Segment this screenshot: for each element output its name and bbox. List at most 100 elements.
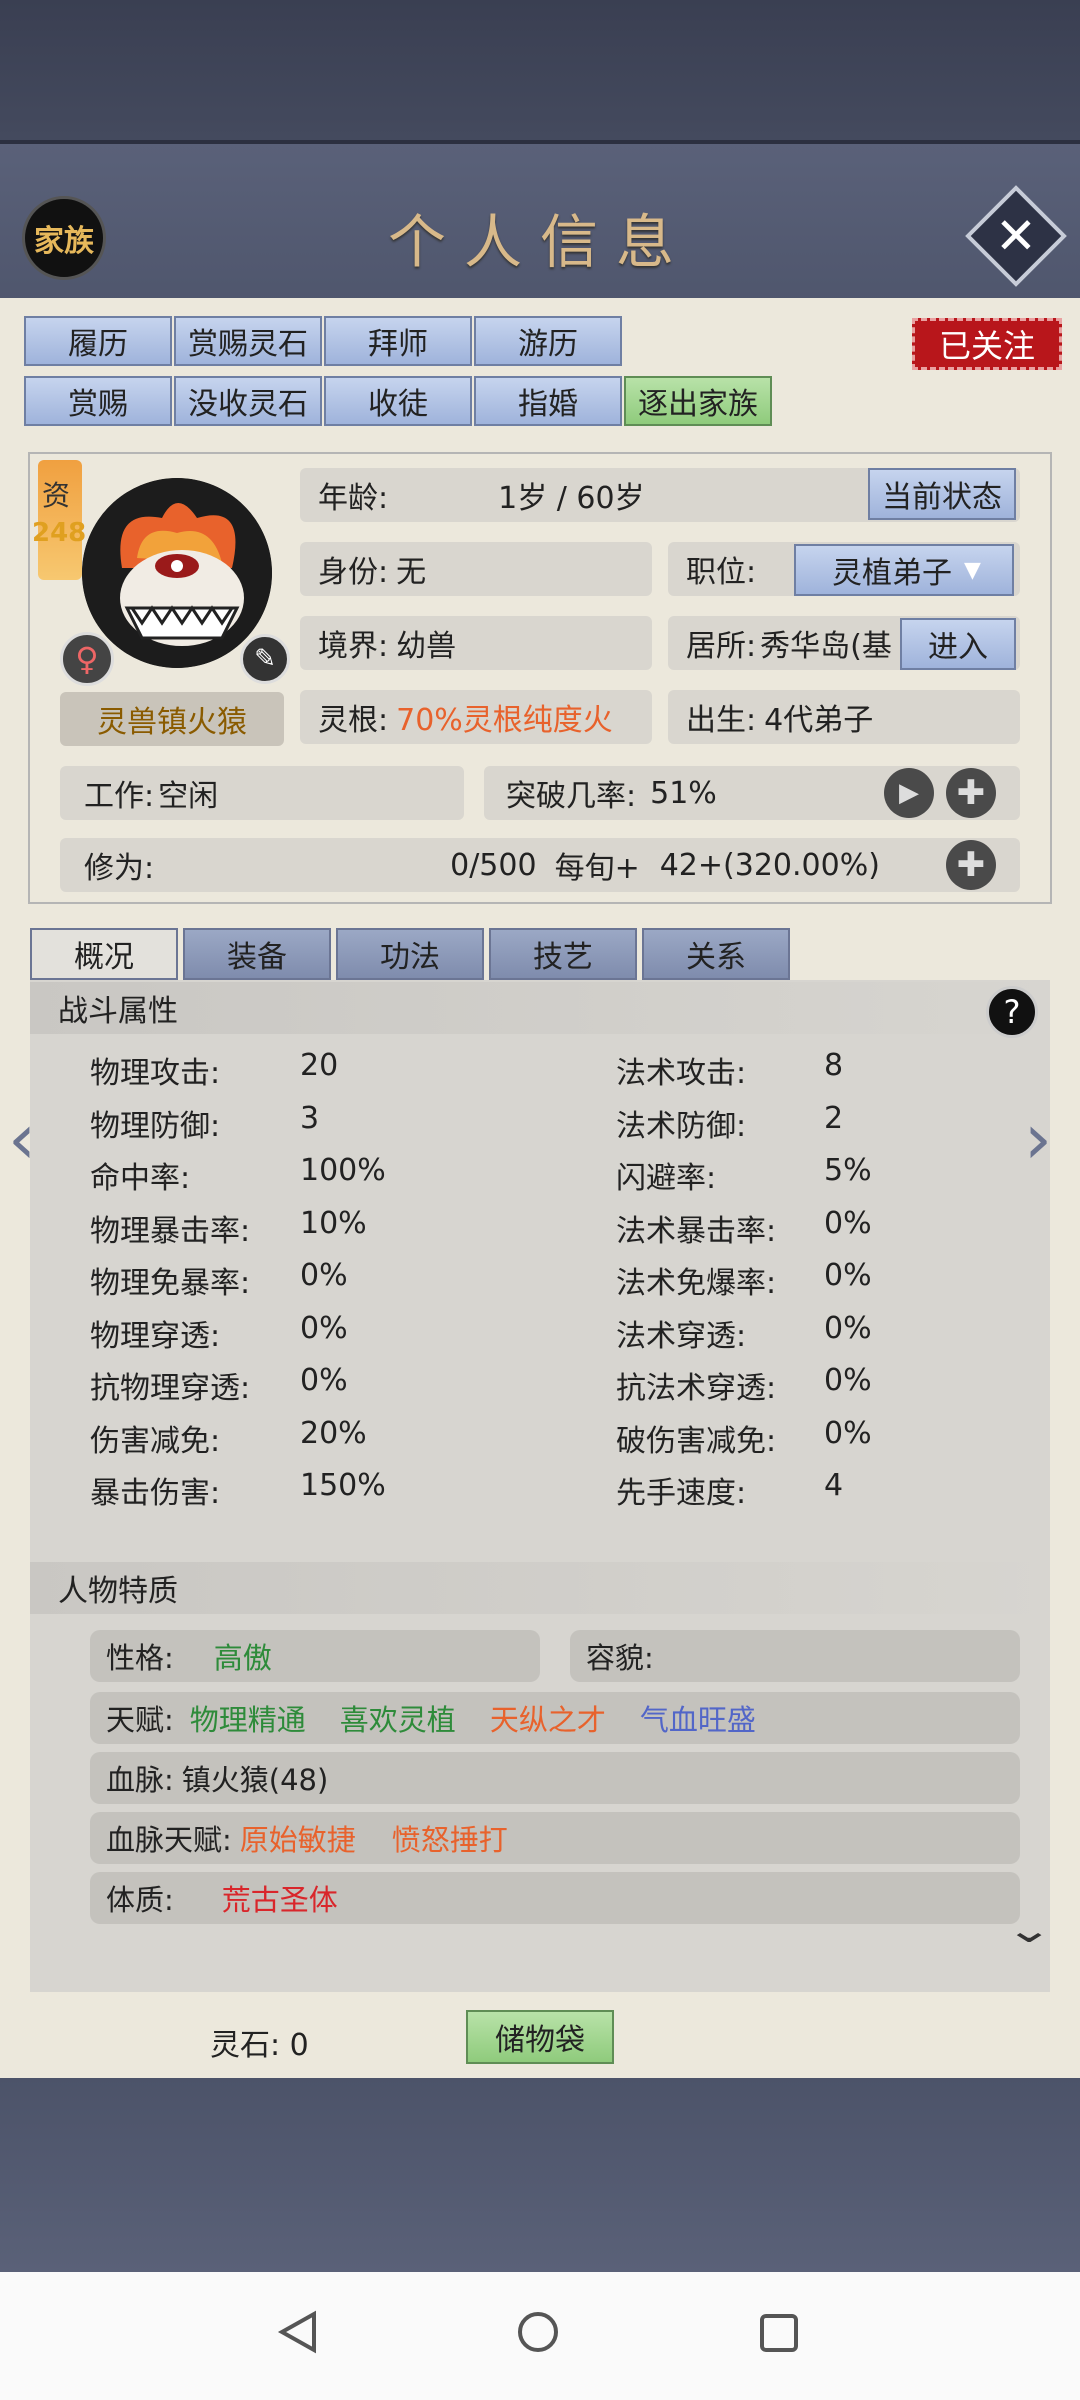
talent-item[interactable]: 天纵之才	[490, 1703, 606, 1737]
close-icon: ✕	[995, 207, 1037, 265]
birth-field: 出生: 4代弟子	[668, 690, 1020, 744]
storage-bag-button[interactable]: 储物袋	[466, 2010, 614, 2064]
spirit-stones-label: 灵石:	[210, 2028, 281, 2063]
appearance-label: 容貌:	[586, 1641, 654, 1675]
help-icon[interactable]: ?	[986, 986, 1038, 1038]
bottom-background	[0, 2078, 1080, 2272]
position-label: 职位:	[686, 555, 757, 590]
realm-field: 境界: 幼兽	[300, 616, 652, 670]
appearance-row: 容貌:	[570, 1630, 1020, 1682]
stat-label: 物理防御:	[90, 1108, 221, 1144]
stat-value: 0%	[300, 1363, 348, 1398]
identity-value: 无	[396, 555, 427, 590]
spirit-root-field: 灵根: 70%灵根纯度火	[300, 690, 652, 744]
birth-value: 4代弟子	[764, 703, 874, 738]
play-icon[interactable]: ▶	[884, 768, 934, 818]
stat-value: 4	[824, 1468, 844, 1503]
stat-label: 法术免爆率:	[616, 1266, 777, 1301]
bloodline-talent-item[interactable]: 原始敏捷	[240, 1823, 356, 1857]
back-nav-icon[interactable]	[276, 2310, 320, 2354]
tab-relations[interactable]: 关系	[642, 928, 790, 980]
physique-row: 体质: 荒古圣体	[90, 1872, 1020, 1924]
prev-arrow-icon[interactable]: ‹	[8, 1098, 36, 1180]
stat-label: 法术防御:	[616, 1108, 747, 1144]
physique-value: 荒古圣体	[221, 1883, 338, 1917]
stat-value: 10%	[300, 1205, 367, 1241]
stat-label: 抗法术穿透:	[616, 1371, 777, 1406]
stat-label: 破伤害减免:	[616, 1423, 777, 1459]
enter-residence-button[interactable]: 进入	[900, 618, 1016, 670]
stat-value: 0%	[824, 1205, 872, 1241]
current-state-button[interactable]: 当前状态	[868, 468, 1016, 520]
identity-label: 身份:	[318, 555, 389, 590]
travel-button[interactable]: 游历	[474, 316, 622, 366]
work-label: 工作:	[84, 779, 155, 814]
home-nav-icon[interactable]	[518, 2312, 558, 2352]
tab-overview[interactable]: 概况	[30, 928, 178, 980]
cultivation-plus-icon[interactable]: ✚	[946, 840, 996, 890]
fire-ape-portrait-icon	[82, 478, 272, 668]
tab-equipment[interactable]: 装备	[183, 928, 331, 980]
scroll-down-chevron-icon[interactable]: ⌄	[1005, 1910, 1053, 1951]
stat-label: 法术暴击率:	[616, 1213, 777, 1249]
bloodline-value: 镇火猿(48)	[181, 1763, 329, 1797]
arrange-marriage-button[interactable]: 指婚	[474, 376, 622, 426]
position-dropdown[interactable]: 灵植弟子 ▼	[794, 544, 1014, 596]
recents-nav-icon[interactable]	[760, 2314, 798, 2352]
stat-value: 0%	[300, 1310, 348, 1346]
battle-section-title: 战斗属性	[30, 982, 1050, 1034]
physique-label: 体质:	[106, 1883, 174, 1917]
take-disciple-button[interactable]: 收徒	[324, 376, 472, 426]
page-title: 个人信息	[387, 208, 692, 276]
stat-value: 2	[824, 1100, 844, 1136]
stat-value: 20	[300, 1048, 339, 1083]
confiscate-stones-button[interactable]: 没收灵石	[174, 376, 322, 426]
age-label: 年龄:	[318, 481, 389, 516]
stat-value: 8	[824, 1048, 844, 1083]
breakthrough-field: 突破几率: 51%	[484, 766, 1020, 820]
cultivation-value: 0/500	[450, 847, 537, 883]
position-value: 灵植弟子	[832, 556, 952, 591]
personality-label: 性格:	[106, 1641, 174, 1675]
rename-pen-icon[interactable]: ✎	[240, 634, 290, 684]
stat-label: 伤害减免:	[90, 1423, 221, 1459]
work-field: 工作: 空闲	[60, 766, 464, 820]
breakthrough-plus-icon[interactable]: ✚	[946, 768, 996, 818]
family-button[interactable]: 家族	[22, 196, 106, 280]
tab-skills[interactable]: 功法	[336, 928, 484, 980]
reward-button[interactable]: 赏赐	[24, 376, 172, 426]
stat-label: 命中率:	[90, 1161, 191, 1196]
stat-value: 0%	[824, 1363, 872, 1398]
follow-button[interactable]: 已关注	[912, 318, 1062, 370]
chevron-down-icon: ▼	[964, 557, 981, 583]
stat-value: 20%	[300, 1415, 367, 1451]
stat-label: 物理穿透:	[90, 1318, 221, 1354]
stat-label: 法术攻击:	[616, 1056, 747, 1091]
expel-button[interactable]: 逐出家族	[624, 376, 772, 426]
talent-item[interactable]: 喜欢灵植	[340, 1703, 456, 1737]
talent-item[interactable]: 气血旺盛	[640, 1703, 756, 1737]
stat-value: 150%	[300, 1468, 386, 1503]
history-button[interactable]: 履历	[24, 316, 172, 366]
spirit-root-label: 灵根:	[318, 703, 389, 738]
bloodline-talent-item[interactable]: 愤怒捶打	[392, 1823, 508, 1857]
bloodline-label: 血脉:	[106, 1763, 174, 1797]
work-value: 空闲	[158, 779, 219, 814]
personality-value: 高傲	[213, 1641, 272, 1675]
talent-item[interactable]: 物理精通	[190, 1703, 306, 1737]
age-value: 1岁 / 60岁	[498, 481, 645, 516]
stat-label: 先手速度:	[616, 1476, 747, 1511]
avatar[interactable]	[82, 478, 272, 668]
next-arrow-icon[interactable]: ›	[1024, 1098, 1052, 1180]
realm-label: 境界:	[318, 629, 389, 664]
stat-label: 闪避率:	[616, 1161, 717, 1196]
tab-crafts[interactable]: 技艺	[489, 928, 637, 980]
talent-label: 天赋:	[106, 1703, 174, 1737]
stat-value: 5%	[824, 1153, 872, 1188]
stat-value: 0%	[300, 1258, 348, 1293]
stat-value: 0%	[824, 1310, 872, 1346]
reward-stones-button[interactable]: 赏赐灵石	[174, 316, 322, 366]
stat-label: 暴击伤害:	[90, 1476, 221, 1511]
per-period-value: 42+(320.00%)	[659, 847, 880, 883]
take-master-button[interactable]: 拜师	[324, 316, 472, 366]
